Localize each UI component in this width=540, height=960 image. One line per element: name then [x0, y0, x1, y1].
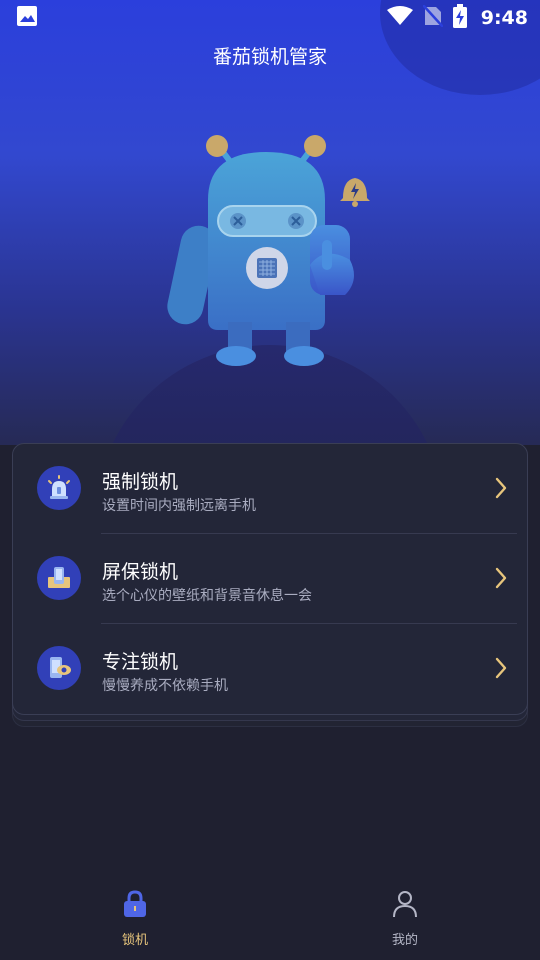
menu-item-title: 屏保锁机 [102, 561, 179, 583]
image-icon [16, 5, 38, 31]
battery-charging-icon [452, 4, 467, 32]
phone-eye-icon [37, 646, 81, 690]
alarm-light-icon [37, 466, 81, 510]
tab-label: 锁机 [121, 933, 148, 948]
menu-item-subtitle: 慢慢养成不依赖手机 [102, 678, 228, 694]
tab-label: 我的 [391, 933, 418, 948]
menu-item-subtitle: 选个心仪的壁纸和背景音休息一会 [102, 588, 312, 604]
wifi-icon [386, 6, 413, 30]
tab-mine[interactable]: 我的 [345, 890, 465, 956]
status-time: 9:48 [480, 7, 528, 29]
menu-item-focus-lock[interactable]: 专注锁机 慢慢养成不依赖手机 [13, 624, 529, 714]
person-icon [392, 890, 418, 922]
chevron-right-icon [495, 567, 507, 593]
chevron-right-icon [495, 657, 507, 683]
menu-item-force-lock[interactable]: 强制锁机 设置时间内强制远离手机 [13, 444, 529, 534]
lock-mode-menu: 强制锁机 设置时间内强制远离手机 屏保锁机 选个心仪的壁纸和背景音休息一会 专注… [12, 443, 528, 715]
bottom-nav: 锁机 我的 [0, 880, 540, 960]
menu-item-title: 专注锁机 [102, 651, 179, 673]
chevron-right-icon [495, 477, 507, 503]
phone-stand-icon [37, 556, 81, 600]
lock-icon [122, 890, 148, 922]
robot-illustration [167, 135, 370, 366]
page-title: 番茄锁机管家 [212, 46, 327, 68]
menu-item-title: 强制锁机 [102, 471, 179, 493]
menu-item-screensaver-lock[interactable]: 屏保锁机 选个心仪的壁纸和背景音休息一会 [13, 534, 529, 624]
tab-lock[interactable]: 锁机 [75, 890, 195, 956]
menu-item-subtitle: 设置时间内强制远离手机 [102, 498, 256, 514]
status-bar: 9:48 [0, 0, 540, 36]
no-sim-icon [421, 4, 444, 31]
